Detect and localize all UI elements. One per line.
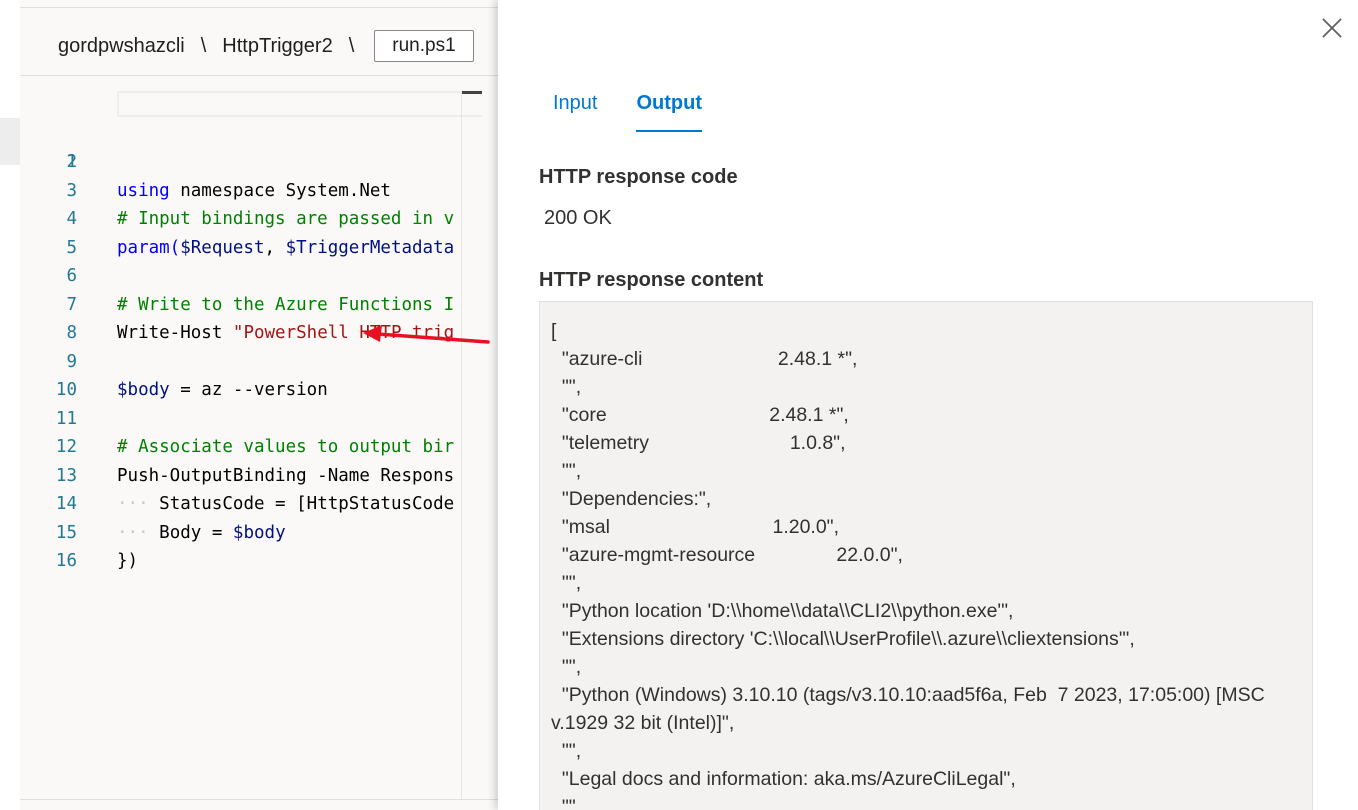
breadcrumb-app[interactable]: gordpwshazcli: [58, 35, 185, 58]
editor-scrollbar-track[interactable]: [461, 91, 462, 799]
test-run-panel: Input Output HTTP response code 200 OK H…: [498, 0, 1358, 810]
breadcrumb-separator: \: [348, 34, 355, 57]
code-line: 3 # Input bindings are passed in v: [20, 148, 482, 230]
file-dropdown[interactable]: run.ps1: [374, 30, 474, 62]
code-line: 6 # Write to the Azure Functions I: [20, 234, 482, 315]
code-line: 2: [20, 120, 482, 172]
response-content-line: "telemetry 1.0.8",: [551, 432, 846, 454]
panel-tabs: Input Output: [553, 88, 741, 134]
response-content-line: "",: [551, 376, 582, 398]
code-line: 5: [20, 205, 482, 258]
code-line: 4 param($Request, $TriggerMetadata: [20, 177, 482, 258]
code-line: 7 Write-Host "PowerShell HTTP trig: [20, 262, 482, 344]
breadcrumb-function[interactable]: HttpTrigger2: [222, 35, 332, 58]
response-content-box[interactable]: [ "azure-cli 2.48.1 *", "", "core 2.48.1…: [539, 301, 1313, 810]
breadcrumb-separator: \: [200, 34, 207, 57]
code-line: 8: [20, 291, 482, 343]
response-content-line: "azure-cli 2.48.1 *",: [551, 348, 858, 370]
response-content-line: [: [551, 320, 557, 342]
divider: [20, 75, 498, 76]
divider: [20, 7, 498, 8]
response-content-line: "",: [551, 572, 582, 594]
response-content-line: "core 2.48.1 *",: [551, 404, 849, 426]
app-root: gordpwshazcli \ HttpTrigger2 \ run.ps1 1…: [0, 0, 1358, 810]
code-line: 13 ··· StatusCode = [HttpStatusCode: [20, 433, 482, 515]
code-line: 11 # Associate values to output bir: [20, 376, 482, 458]
tab-output[interactable]: Output: [636, 88, 702, 132]
line-number: 16: [55, 551, 77, 571]
response-content-line: "",: [551, 460, 582, 482]
response-content-line: "Python location 'D:\\home\\data\\CLI2\\…: [551, 600, 1014, 622]
close-icon[interactable]: [1318, 14, 1346, 42]
code-line: 10: [20, 348, 482, 400]
code-line: 15 }): [20, 490, 482, 572]
code-line: 12 Push-OutputBinding -Name Respons: [20, 405, 482, 486]
response-content-line: "azure-mgmt-resource 22.0.0",: [551, 544, 903, 566]
code-line: 16: [20, 519, 482, 571]
response-content-line: "Legal docs and information: aka.ms/Azur…: [551, 768, 1016, 790]
response-code-title: HTTP response code: [539, 166, 738, 188]
code-line: 14 ··· Body = $body: [20, 462, 482, 543]
code-editor[interactable]: 1 using namespace System.Net 2 3 # Input…: [20, 91, 482, 791]
response-content-line: "": [551, 796, 576, 810]
code-editor-area: gordpwshazcli \ HttpTrigger2 \ run.ps1 1…: [0, 0, 498, 810]
code-line: 1 using namespace System.Net: [20, 91, 482, 201]
response-code-value: 200 OK: [544, 207, 612, 229]
response-content-title: HTTP response content: [539, 269, 764, 291]
current-line-highlight: [117, 91, 482, 117]
editor-overview-ruler-marker: [462, 91, 482, 94]
left-collapsed-tab[interactable]: [0, 118, 20, 165]
tab-input[interactable]: Input: [553, 88, 597, 132]
response-content-line: "Dependencies:",: [551, 488, 712, 510]
response-content-line: "msal 1.20.0",: [551, 516, 840, 538]
response-content-line: "",: [551, 740, 582, 762]
red-arrow-annotation: [363, 325, 490, 344]
response-content-line: "Extensions directory 'C:\\local\\UserPr…: [551, 628, 1135, 650]
response-content-text: [ "azure-cli 2.48.1 *", "", "core 2.48.1…: [551, 317, 1303, 810]
breadcrumb: gordpwshazcli \ HttpTrigger2 \ run.ps1: [58, 28, 474, 64]
response-content-line: "Python (Windows) 3.10.10 (tags/v3.10.10…: [551, 684, 1271, 734]
divider: [20, 799, 498, 800]
response-content-line: "",: [551, 656, 582, 678]
code-text: }): [117, 551, 139, 571]
